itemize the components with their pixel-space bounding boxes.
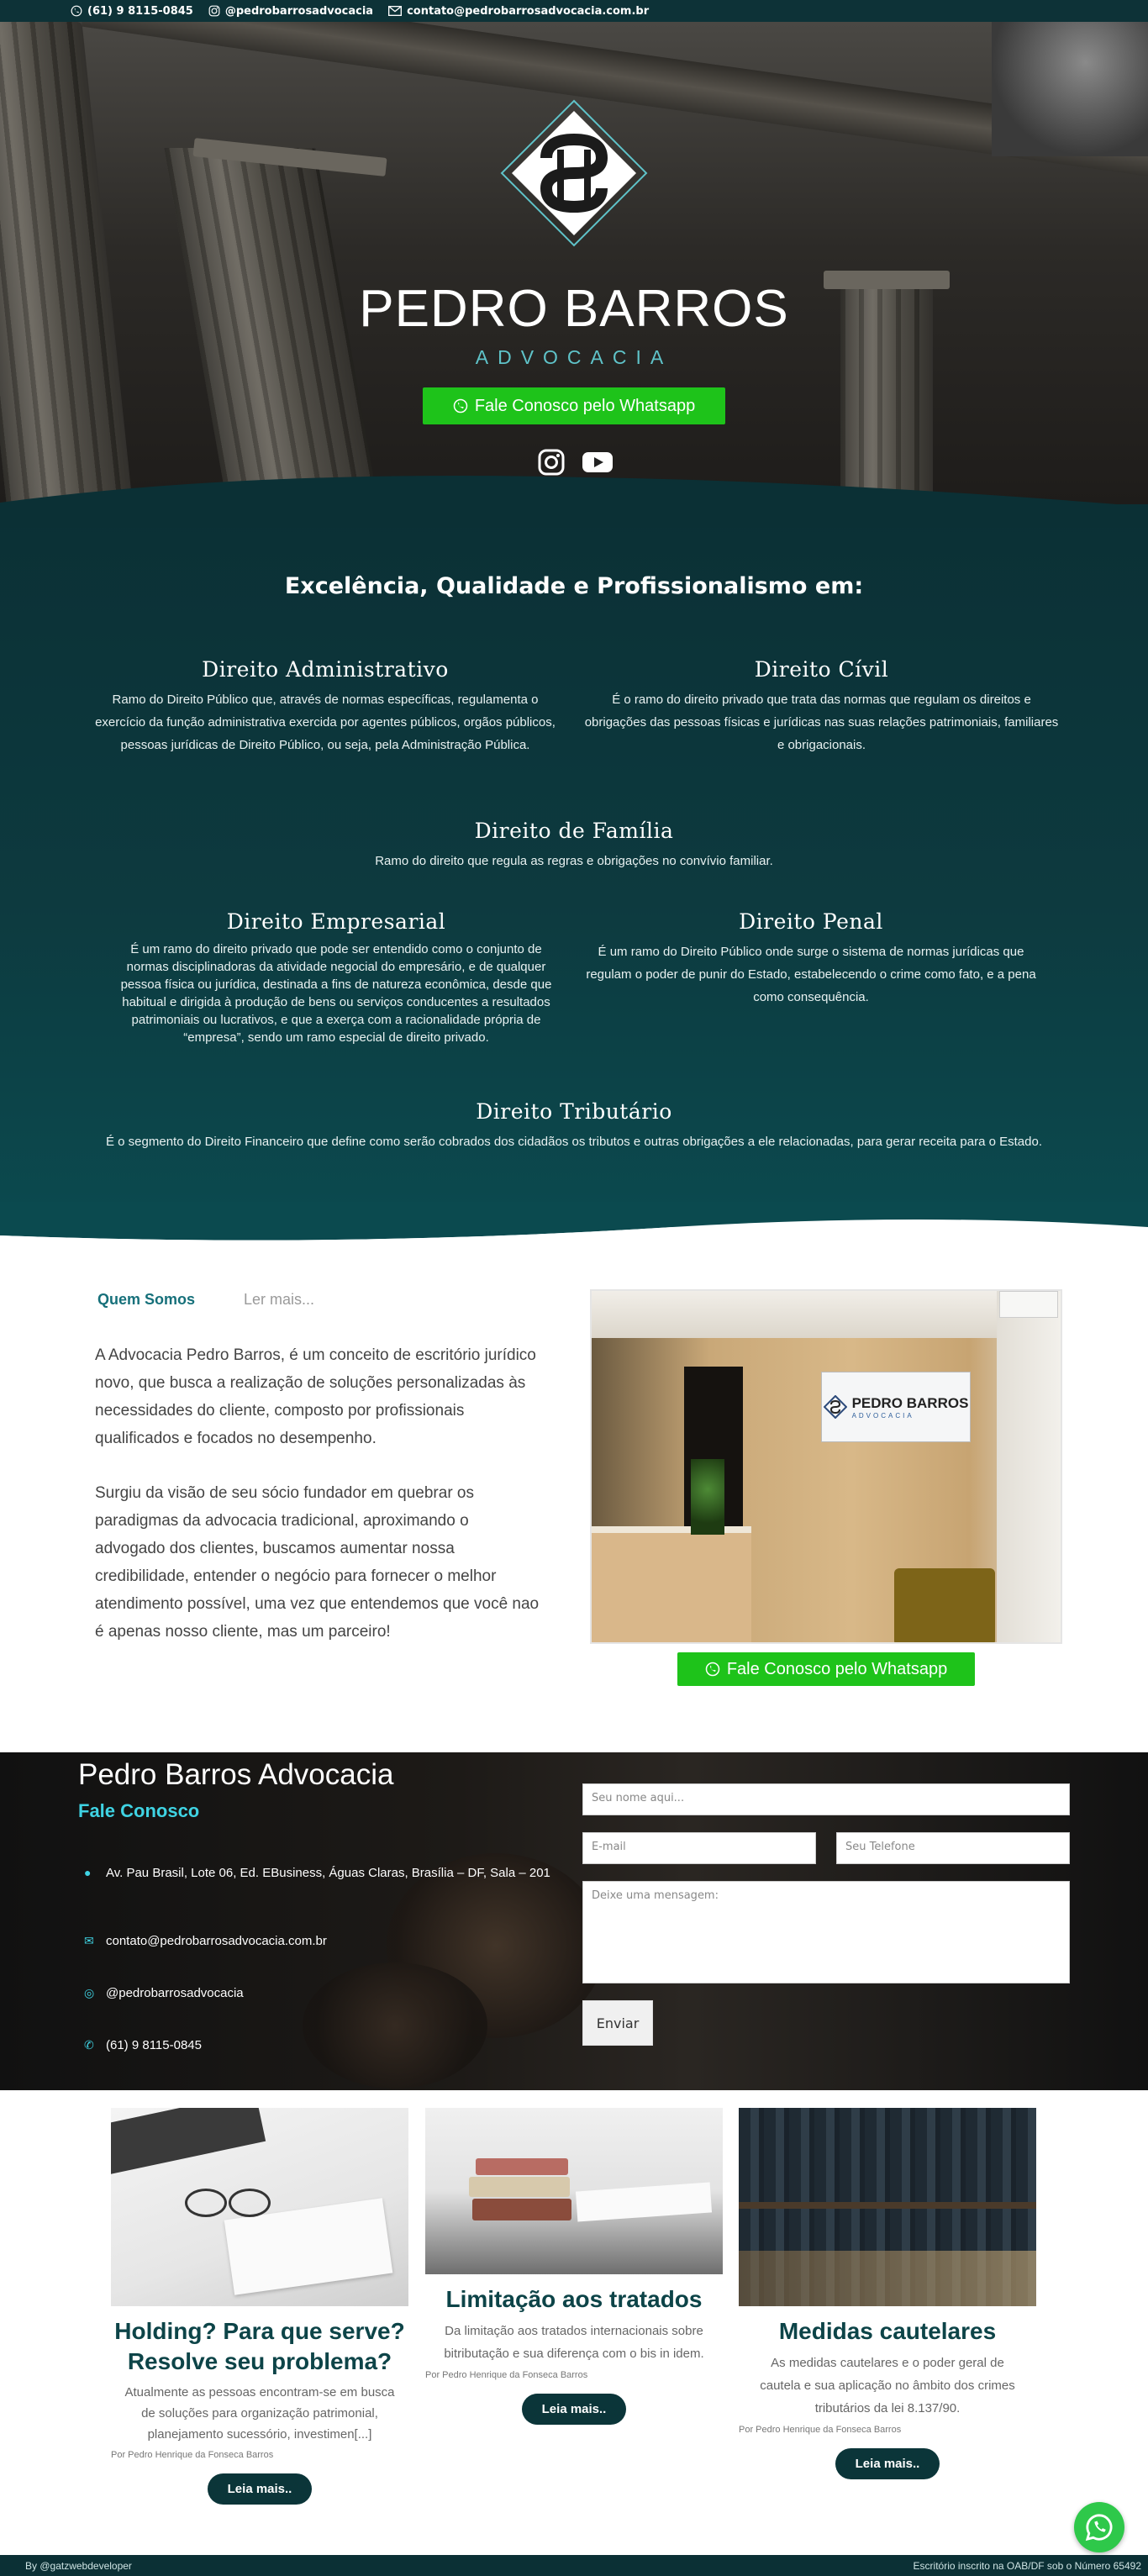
blog-card: Holding? Para que serve? Resolve seu pro… [111, 2108, 408, 2505]
instagram-icon: ◎ [84, 1986, 95, 1999]
area-text: É o segmento do Direito Financeiro que d… [106, 1135, 1042, 1149]
message-field[interactable]: Deixe uma mensagem: [582, 1881, 1070, 1983]
area-text: É o ramo do direito privado que trata da… [584, 693, 1059, 752]
blog-card-author: Por Pedro Henrique da Fonseca Barros [111, 2450, 274, 2460]
area-empresarial: Direito Empresarial É um ramo do direito… [109, 909, 563, 1046]
send-button[interactable]: Enviar [582, 2000, 653, 2046]
name-field[interactable]: Seu nome aqui... [582, 1783, 1070, 1815]
email-field[interactable]: E-mail [582, 1832, 816, 1864]
hero-brand-subtitle: ADVOCACIA [475, 346, 673, 368]
hero-section [0, 22, 1148, 526]
topbar-phone[interactable]: (61) 9 8115-0845 [71, 5, 193, 18]
hero-brand-title: PEDRO BARROS [359, 280, 789, 338]
areas-heading: Excelência, Qualidade e Profissionalismo… [284, 573, 864, 599]
about-paragraph: A Advocacia Pedro Barros, é um conceito … [95, 1346, 536, 1447]
sky-decoration [992, 22, 1148, 156]
blog-card-title[interactable]: Limitação aos tratados [425, 2284, 723, 2315]
hero-whatsapp-button[interactable]: Fale Conosco pelo Whatsapp [423, 387, 725, 424]
office-sign: PEDRO BARROS ADVOCACIA [821, 1372, 971, 1442]
read-more-button[interactable]: Leia mais.. [835, 2448, 940, 2479]
whatsapp-icon [453, 398, 468, 414]
topbar-instagram[interactable]: @pedrobarrosadvocacia [208, 5, 373, 18]
area-tributario: Direito Tributário É o segmento do Direi… [94, 1099, 1054, 1153]
hero-whatsapp-label: Fale Conosco pelo Whatsapp [474, 396, 696, 415]
area-text: Ramo do Direito Público que, através de … [95, 693, 556, 752]
about-whatsapp-button[interactable]: Fale Conosco pelo Whatsapp [677, 1652, 975, 1686]
blog-card-title[interactable]: Medidas cautelares [739, 2316, 1036, 2347]
footer-credit[interactable]: By @gatzwebdeveloper [25, 2560, 132, 2572]
pedro-barros-logo [823, 1395, 847, 1419]
column-decoration [0, 22, 137, 526]
wave-divider [0, 1202, 1148, 1252]
area-familia: Direito de Família Ramo do direito que r… [252, 819, 896, 872]
contact-subtitle: Fale Conosco [78, 1800, 200, 1821]
phone-field[interactable]: Seu Telefone [836, 1832, 1070, 1864]
area-text: É um ramo do direito privado que pode se… [120, 942, 552, 1045]
map-pin-icon: ● [84, 1866, 92, 1879]
about-paragraph: Surgiu da visão de seu sócio fundador em… [95, 1484, 540, 1641]
instagram-icon [208, 5, 220, 17]
contact-instagram[interactable]: ◎ @pedrobarrosadvocacia [84, 1985, 555, 2001]
about-whatsapp-label: Fale Conosco pelo Whatsapp [726, 1659, 948, 1678]
floating-whatsapp-button[interactable] [1074, 2502, 1124, 2552]
contact-address-text: Av. Pau Brasil, Lote 06, Ed. EBusiness, … [106, 1866, 550, 1880]
contact-phone-text: (61) 9 8115-0845 [106, 2038, 202, 2052]
area-penal: Direito Penal É um ramo do Direito Públi… [584, 909, 1038, 1009]
blog-card-excerpt: Da limitação aos tratados internacionais… [444, 2324, 704, 2361]
contact-title: Pedro Barros Advocacia [78, 1758, 394, 1791]
pedro-barros-logo [500, 99, 648, 247]
blog-card-title[interactable]: Holding? Para que serve? Resolve seu pro… [111, 2316, 408, 2377]
area-title: Direito Cívil [754, 657, 889, 682]
area-civil: Direito Cívil É o ramo do direito privad… [584, 657, 1059, 756]
blog-card: Limitação aos tratados Da limitação aos … [425, 2108, 723, 2425]
mail-icon [388, 6, 403, 16]
office-photo: PEDRO BARROS ADVOCACIA [590, 1289, 1062, 1644]
read-more-button[interactable]: Leia mais.. [521, 2394, 627, 2425]
area-text: É um ramo do Direito Público onde surge … [586, 945, 1036, 1004]
blog-card-author: Por Pedro Henrique da Fonseca Barros [425, 2370, 588, 2380]
area-text: Ramo do direito que regula as regras e o… [375, 854, 773, 868]
blog-card-image [111, 2108, 408, 2306]
mail-icon: ✉ [84, 1934, 94, 1947]
blog-card-author: Por Pedro Henrique da Fonseca Barros [739, 2425, 902, 2435]
area-title: Direito Penal [739, 909, 883, 934]
whatsapp-icon [1085, 2514, 1113, 2542]
whatsapp-icon: ✆ [84, 2038, 94, 2052]
contact-phone[interactable]: ✆ (61) 9 8115-0845 [84, 2037, 555, 2053]
blog-card-image [739, 2108, 1036, 2306]
contact-email-text: contato@pedrobarrosadvocacia.com.br [106, 1934, 327, 1948]
blog-card-excerpt: As medidas cautelares e o poder geral de… [760, 2356, 1015, 2415]
blog-card-image [425, 2108, 723, 2274]
footer: By @gatzwebdeveloper Escritório inscrito… [0, 2555, 1148, 2576]
read-more-button[interactable]: Leia mais.. [207, 2473, 313, 2505]
topbar-email[interactable]: contato@pedrobarrosadvocacia.com.br [388, 5, 649, 18]
whatsapp-icon [705, 1662, 720, 1677]
contact-address: ● Av. Pau Brasil, Lote 06, Ed. EBusiness… [84, 1865, 555, 1881]
blog-card-excerpt: Atualmente as pessoas encontram-se em bu… [124, 2385, 395, 2442]
top-bar: (61) 9 8115-0845 @pedrobarrosadvocacia c… [0, 0, 1148, 22]
contact-email[interactable]: ✉ contato@pedrobarrosadvocacia.com.br [84, 1933, 555, 1949]
wave-divider [0, 476, 1148, 528]
footer-oab: Escritório inscrito na OAB/DF sob o Núme… [913, 2560, 1141, 2572]
blog-card: Medidas cautelares As medidas cautelares… [739, 2108, 1036, 2479]
about-tabs: Quem Somos Ler mais... [97, 1291, 314, 1309]
topbar-instagram-text: @pedrobarrosadvocacia [224, 4, 374, 18]
topbar-phone-text: (61) 9 8115-0845 [87, 4, 193, 18]
tab-quem-somos[interactable]: Quem Somos [97, 1291, 195, 1309]
area-title: Direito de Família [474, 819, 674, 843]
sign-sub: ADVOCACIA [851, 1411, 914, 1420]
area-title: Direito Tributário [476, 1099, 672, 1124]
topbar-email-text: contato@pedrobarrosadvocacia.com.br [407, 4, 650, 18]
sign-name: PEDRO BARROS [851, 1394, 969, 1411]
area-title: Direito Empresarial [226, 909, 446, 934]
area-administrativo: Direito Administrativo Ramo do Direito P… [86, 657, 565, 756]
area-title: Direito Administrativo [202, 657, 449, 682]
contact-instagram-text: @pedrobarrosadvocacia [106, 1986, 244, 2000]
whatsapp-icon [71, 5, 82, 17]
tab-ler-mais[interactable]: Ler mais... [244, 1291, 314, 1309]
